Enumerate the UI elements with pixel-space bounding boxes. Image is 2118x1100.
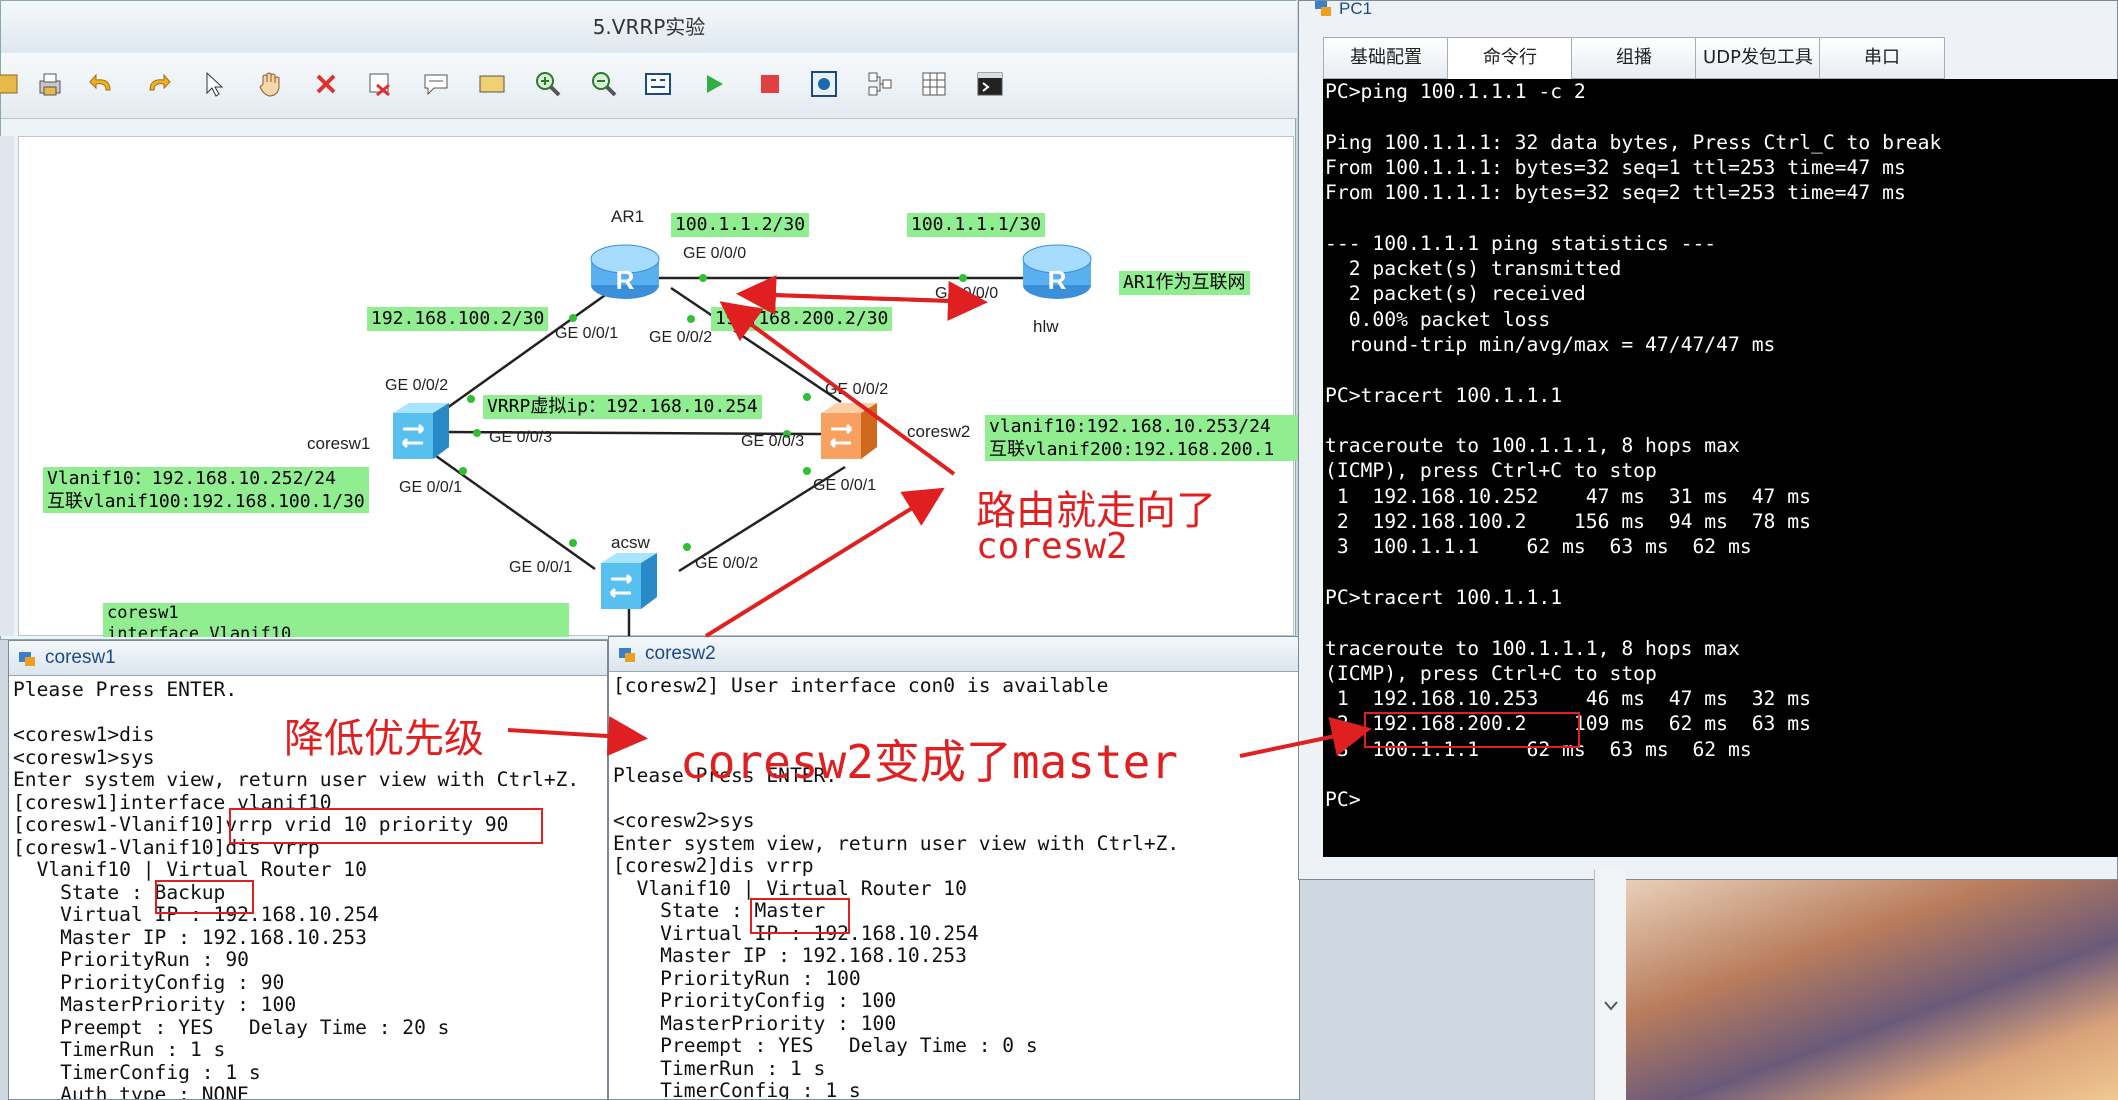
annotation-lower-priority: 降低优先级 — [284, 716, 484, 762]
annotation-route-target: coresw2 — [976, 526, 1128, 567]
annotation-became-master: coresw2变成了master — [680, 735, 1179, 789]
